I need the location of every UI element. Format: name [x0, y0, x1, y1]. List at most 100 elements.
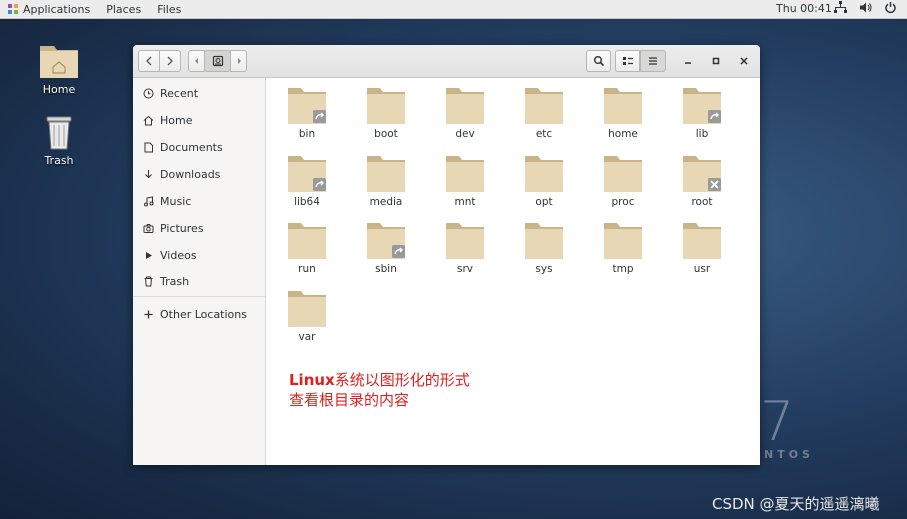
folder-item[interactable]: sys [509, 221, 579, 275]
folder-item[interactable]: proc [588, 154, 658, 208]
brand-number: 7 [760, 390, 795, 453]
places-menu[interactable]: Places [98, 0, 149, 18]
camera-icon [143, 223, 154, 233]
applications-menu[interactable]: Applications [0, 0, 98, 18]
folder-item[interactable]: root [667, 154, 737, 208]
folder-item[interactable]: lib [667, 86, 737, 140]
applications-icon [8, 4, 18, 14]
sidebar-item-other-locations[interactable]: Other Locations [143, 304, 247, 324]
view-toggle-button[interactable] [615, 50, 640, 72]
home-icon [143, 115, 154, 125]
sidebar-item-recent[interactable]: Recent [143, 83, 198, 103]
window-header [133, 45, 760, 78]
folder-item[interactable]: etc [509, 86, 579, 140]
minimize-button[interactable] [681, 54, 695, 68]
folder-item[interactable]: media [351, 154, 421, 208]
applications-label: Applications [23, 2, 91, 16]
folder-item[interactable]: sbin [351, 221, 421, 275]
folder-name: proc [611, 196, 635, 208]
folder-icon [367, 156, 405, 192]
folder-icon [446, 223, 484, 259]
search-button[interactable] [586, 50, 611, 72]
folder-item[interactable]: var [272, 289, 342, 343]
folder-item[interactable]: dev [430, 86, 500, 140]
sidebar-item-home[interactable]: Home [143, 110, 192, 130]
files-menu[interactable]: Files [149, 0, 189, 18]
annotation-line1: 系统以图形化的形式 [334, 371, 470, 389]
folder-name: var [298, 331, 316, 343]
annotation-line2: 查看根目录的内容 [289, 391, 410, 409]
sidebar: Recent Home Documents Downloads Music Pi… [133, 78, 266, 465]
folder-name: dev [455, 128, 475, 140]
path-left-icon [194, 58, 198, 64]
path-right-icon [237, 58, 241, 64]
sidebar-item-videos[interactable]: Videos [143, 245, 197, 265]
folder-item[interactable]: mnt [430, 154, 500, 208]
folder-icon [446, 88, 484, 124]
volume-icon[interactable] [859, 1, 872, 14]
sidebar-item-label: Pictures [160, 221, 204, 235]
maximize-icon [712, 57, 720, 65]
folder-item[interactable]: usr [667, 221, 737, 275]
folder-icon [525, 88, 563, 124]
folder-icon [288, 88, 326, 124]
sidebar-item-pictures[interactable]: Pictures [143, 218, 204, 238]
folder-icon [367, 88, 405, 124]
folder-name: etc [535, 128, 553, 140]
folder-name: usr [693, 263, 711, 275]
folder-name: mnt [454, 196, 476, 208]
folder-item[interactable]: opt [509, 154, 579, 208]
folder-item[interactable]: bin [272, 86, 342, 140]
path-scroll-right-button[interactable] [230, 50, 247, 72]
sidebar-item-label: Recent [160, 86, 199, 100]
folder-name: srv [456, 263, 473, 275]
desktop-trash-icon[interactable]: Trash [24, 113, 94, 167]
file-manager-window: Recent Home Documents Downloads Music Pi… [133, 45, 760, 465]
folder-item[interactable]: home [588, 86, 658, 140]
folder-name: home [608, 128, 638, 140]
sidebar-item-documents[interactable]: Documents [143, 137, 223, 157]
folder-name: sys [535, 263, 553, 275]
sidebar-item-music[interactable]: Music [143, 191, 191, 211]
annotation-linux: Linux [289, 371, 335, 389]
folder-icon [604, 156, 642, 192]
folder-name: run [298, 263, 316, 275]
folder-item[interactable]: srv [430, 221, 500, 275]
sidebar-item-trash[interactable]: Trash [143, 271, 189, 291]
power-icon[interactable] [884, 1, 897, 14]
desktop-home-icon[interactable]: Home [24, 40, 94, 96]
clock-icon [143, 88, 154, 98]
hamburger-icon [649, 57, 657, 65]
watermark: CSDN @夏天的遥遥漓曦 [712, 495, 880, 513]
system-tray[interactable] [834, 1, 897, 14]
document-icon [144, 142, 153, 152]
folder-icon [288, 223, 326, 259]
top-bar: Applications Places Files Thu 00:41 [0, 0, 907, 19]
clock[interactable]: Thu 00:41 [776, 2, 832, 15]
forward-button[interactable] [159, 50, 181, 72]
path-root-button[interactable] [204, 50, 231, 72]
folder-icon [288, 291, 326, 327]
folder-name: boot [374, 128, 398, 140]
folder-item[interactable]: tmp [588, 221, 658, 275]
folder-item[interactable]: run [272, 221, 342, 275]
network-icon[interactable] [834, 1, 847, 14]
folder-item[interactable]: boot [351, 86, 421, 140]
sidebar-item-label: Trash [160, 274, 190, 288]
maximize-button[interactable] [709, 54, 723, 68]
drive-icon [212, 55, 223, 67]
sidebar-item-downloads[interactable]: Downloads [143, 164, 220, 184]
sidebar-item-label: Home [160, 113, 193, 127]
folder-item[interactable]: lib64 [272, 154, 342, 208]
menu-button[interactable] [640, 50, 666, 72]
sidebar-item-label: Music [160, 194, 192, 208]
folder-name: opt [535, 196, 553, 208]
places-label: Places [106, 2, 142, 16]
sidebar-item-label: Videos [160, 248, 197, 262]
path-scroll-left-button[interactable] [188, 50, 205, 72]
close-icon [740, 57, 748, 65]
back-button[interactable] [138, 50, 160, 72]
folder-icon [683, 156, 721, 192]
folder-name: bin [298, 128, 316, 140]
close-button[interactable] [737, 54, 751, 68]
